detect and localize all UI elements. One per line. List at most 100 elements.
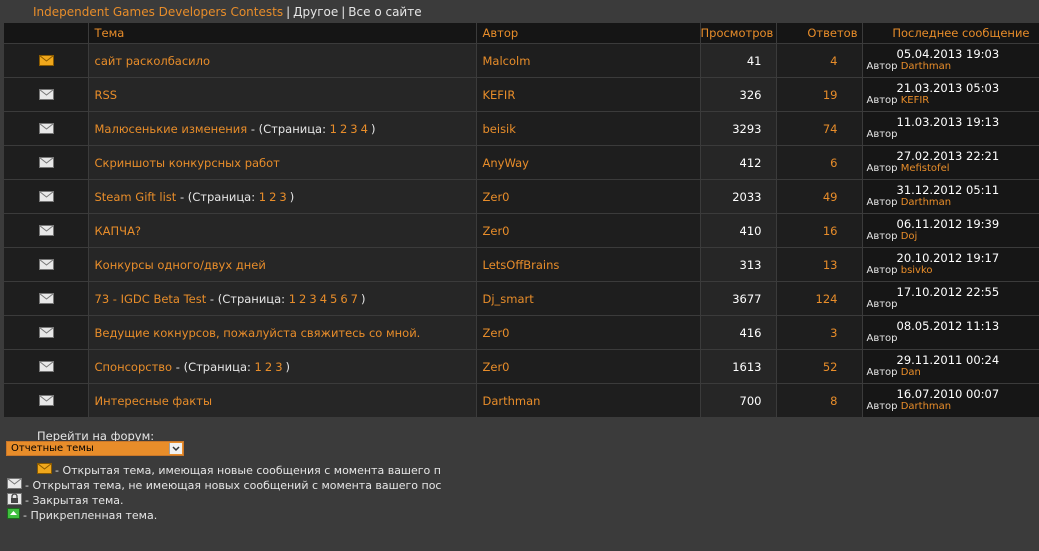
topic-replies-link[interactable]: 124	[816, 292, 838, 306]
table-row: Малюсенькие изменения - (Страница: 1 2 3 4)…	[4, 111, 1039, 146]
page-link[interactable]: 4	[361, 122, 368, 136]
topic-author-link[interactable]: AnyWay	[483, 156, 529, 170]
header-views[interactable]: Просмотров	[700, 23, 777, 44]
last-post-date[interactable]: 11.03.2013 19:13	[867, 116, 1039, 128]
page-link[interactable]: 2	[265, 360, 272, 374]
last-post-by-label: Автор	[866, 95, 898, 106]
topic-title-link[interactable]: Малюсенькие изменения	[95, 122, 248, 136]
header-last-post[interactable]: Последнее сообщение	[862, 23, 1039, 44]
last-post-author-link[interactable]: Dan	[901, 367, 921, 378]
topic-title-link[interactable]: Ведущие кокнурсов, пожалуйста свяжитесь …	[95, 326, 421, 340]
topic-title-link[interactable]: 73 - IGDC Beta Test	[95, 292, 207, 306]
page-link[interactable]: 2	[340, 122, 347, 136]
last-post-author-link[interactable]: Darthman	[901, 197, 951, 208]
topic-author-cell: beisik	[476, 111, 701, 146]
topic-author-link[interactable]: Dj_smart	[483, 292, 534, 306]
chevron-down-icon[interactable]	[169, 443, 182, 454]
last-post-author-link[interactable]: Doj	[901, 231, 918, 242]
last-post-author-link[interactable]: bsivko	[901, 265, 933, 276]
topic-title-cell: КАПЧА?	[88, 213, 477, 248]
topic-replies-link[interactable]: 52	[823, 360, 838, 374]
topic-author-link[interactable]: Zer0	[483, 190, 510, 204]
last-post-by: Автор KEFIR	[867, 94, 1039, 107]
topic-pages: - (Страница: 1 2 3 4)	[247, 121, 376, 136]
topic-replies-cell: 19	[776, 77, 863, 112]
legend-open: - Открытая тема, не имеющая новых сообще…	[0, 478, 441, 493]
table-row: Steam Gift list - (Страница: 1 2 3) Zer0 203…	[4, 179, 1039, 214]
last-post-by: Автор Darthman	[867, 60, 1039, 73]
topic-title-link[interactable]: RSS	[95, 88, 118, 102]
last-post-date[interactable]: 31.12.2012 05:11	[867, 184, 1039, 196]
page-link[interactable]: 2	[299, 292, 306, 306]
header-title[interactable]: Тема	[88, 23, 477, 44]
topic-title-link[interactable]: КАПЧА?	[95, 224, 142, 238]
envelope-icon	[38, 156, 54, 168]
last-post-date[interactable]: 21.03.2013 05:03	[867, 82, 1039, 94]
topic-author-link[interactable]: KEFIR	[483, 88, 516, 102]
page-link[interactable]: 4	[320, 292, 327, 306]
topic-replies-cell: 3	[776, 315, 863, 350]
last-post-author-link[interactable]: Darthman	[901, 401, 951, 412]
topic-title-link[interactable]: Steam Gift list	[95, 190, 177, 204]
last-post-date[interactable]: 16.07.2010 00:07	[867, 388, 1039, 400]
topic-replies-link[interactable]: 8	[830, 394, 837, 408]
last-post-date[interactable]: 06.11.2012 19:39	[867, 218, 1039, 230]
page-link[interactable]: 5	[330, 292, 337, 306]
topic-title-link[interactable]: Интересные факты	[95, 394, 213, 408]
header-author[interactable]: Автор	[476, 23, 701, 44]
topic-title-link[interactable]: сайт расколбасило	[95, 54, 211, 68]
topic-author-link[interactable]: LetsOffBrains	[483, 258, 560, 272]
topic-author-link[interactable]: Malcolm	[483, 54, 531, 68]
topic-title-link[interactable]: Конкурсы одного/двух дней	[95, 258, 266, 272]
topic-replies-link[interactable]: 19	[823, 88, 838, 102]
page-label: Страница	[263, 121, 323, 136]
last-post-date[interactable]: 08.05.2012 11:13	[867, 320, 1039, 332]
table-row: Интересные факты Darthman 700 8 16.07.2010 0…	[4, 383, 1039, 417]
page-link[interactable]: 1	[259, 190, 266, 204]
topic-replies-link[interactable]: 6	[830, 156, 837, 170]
topic-replies-link[interactable]: 3	[830, 326, 837, 340]
topic-replies-link[interactable]: 16	[823, 224, 838, 238]
legend: - Открытая тема, имеющая новые сообщения…	[0, 463, 441, 523]
header-replies[interactable]: Ответов	[776, 23, 863, 44]
topic-author-cell: Dj_smart	[476, 281, 701, 316]
page-link[interactable]: 1	[255, 360, 262, 374]
topic-author-link[interactable]: Zer0	[483, 360, 510, 374]
topic-replies-cell: 74	[776, 111, 863, 146]
topic-author-link[interactable]: beisik	[483, 122, 516, 136]
last-post-author-link[interactable]: Darthman	[901, 61, 951, 72]
topic-author-link[interactable]: Zer0	[483, 326, 510, 340]
last-post-date[interactable]: 27.02.2013 22:21	[867, 150, 1039, 162]
page-link[interactable]: 7	[351, 292, 358, 306]
last-post-by: Автор Darthman	[867, 400, 1039, 413]
last-post-author-link[interactable]: KEFIR	[901, 95, 930, 106]
topic-replies-link[interactable]: 74	[823, 122, 838, 136]
topic-replies-link[interactable]: 4	[830, 54, 837, 68]
topic-author-link[interactable]: Zer0	[483, 224, 510, 238]
breadcrumb-section-link[interactable]: Другое	[293, 5, 338, 19]
topic-title-link[interactable]: Скриншоты конкурсных работ	[95, 156, 280, 170]
topic-replies-link[interactable]: 49	[823, 190, 838, 204]
last-post-date[interactable]: 29.11.2011 00:24	[867, 354, 1039, 366]
page-link[interactable]: 3	[350, 122, 357, 136]
envelope-icon	[38, 326, 54, 338]
last-post-date[interactable]: 05.04.2013 19:03	[867, 48, 1039, 60]
breadcrumb-root-link[interactable]: Independent Games Developers Contests	[33, 5, 283, 19]
topic-title-cell: Ведущие кокнурсов, пожалуйста свяжитесь …	[88, 315, 477, 350]
last-post-date[interactable]: 20.10.2012 19:17	[867, 252, 1039, 264]
last-post-cell: 17.10.2012 22:55 Автор	[862, 281, 1039, 316]
page-link[interactable]: 1	[289, 292, 296, 306]
page-link[interactable]: 2	[269, 190, 276, 204]
topic-title-link[interactable]: Спонсорство	[95, 360, 173, 374]
page-link[interactable]: 1	[330, 122, 337, 136]
breadcrumb-current-link[interactable]: Все о сайте	[348, 5, 421, 19]
forum-select[interactable]: Отчетные темы	[6, 441, 184, 456]
page-link[interactable]: 3	[309, 292, 316, 306]
last-post-date[interactable]: 17.10.2012 22:55	[867, 286, 1039, 298]
page-link[interactable]: 6	[340, 292, 347, 306]
page-link[interactable]: 3	[279, 190, 286, 204]
topic-author-link[interactable]: Darthman	[483, 394, 541, 408]
topic-replies-link[interactable]: 13	[823, 258, 838, 272]
page-link[interactable]: 3	[275, 360, 282, 374]
last-post-author-link[interactable]: Mefistofel	[901, 163, 950, 174]
